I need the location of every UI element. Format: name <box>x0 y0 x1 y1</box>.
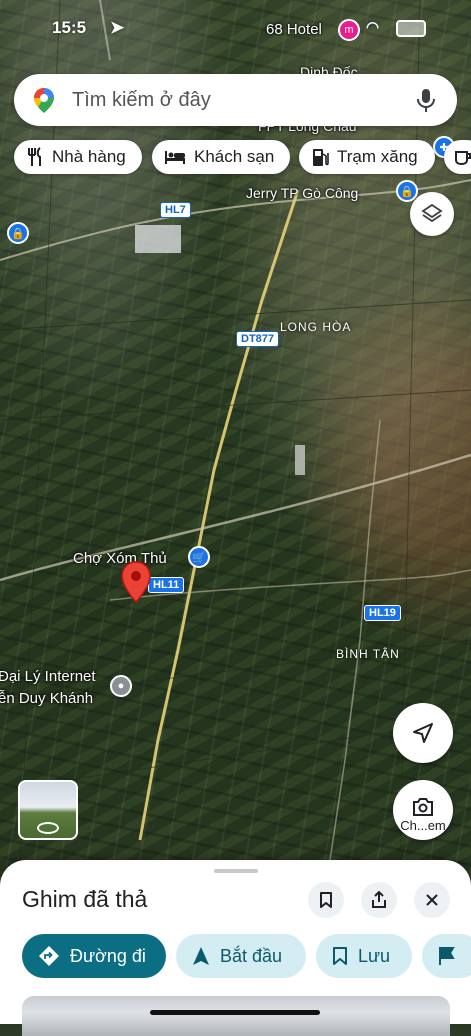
place-marker-icon[interactable]: ● <box>110 675 132 697</box>
navigation-start-icon <box>192 946 210 966</box>
chip-restaurants-label: Nhà hàng <box>52 147 126 166</box>
home-indicator[interactable] <box>150 1010 320 1015</box>
directions-icon <box>38 945 60 967</box>
close-button[interactable] <box>414 882 450 918</box>
internet-label-line1[interactable]: Đại Lý Internet <box>0 668 96 685</box>
search-bar[interactable]: Tìm kiếm ở đây <box>14 74 457 126</box>
directions-button[interactable]: Đường đi <box>22 934 166 978</box>
layers-button[interactable] <box>410 192 454 236</box>
start-button[interactable]: Bắt đầu <box>176 934 306 978</box>
share-button[interactable] <box>361 882 397 918</box>
sheet-title: Ghim đã thả <box>22 886 148 912</box>
status-time: 15:5 <box>52 18 87 37</box>
market-marker-icon[interactable]: 🛒 <box>188 546 210 568</box>
road-hl11: HL11 <box>148 577 185 593</box>
directions-label: Đường đi <box>70 945 146 966</box>
hotel-label: 68 Hotel <box>266 21 322 38</box>
place-photo[interactable] <box>22 996 450 1036</box>
dropped-pin-icon[interactable] <box>120 560 152 604</box>
chip-hotels[interactable]: Khách sạn <box>152 140 290 174</box>
share-icon <box>372 891 386 908</box>
restaurant-icon <box>26 147 44 167</box>
save-label: Lưu <box>358 945 391 966</box>
camera-icon <box>413 798 433 816</box>
gas-station-icon <box>311 147 329 167</box>
sheet-grab-handle[interactable] <box>214 869 258 873</box>
chip-gas-stations[interactable]: Trạm xăng <box>299 140 435 174</box>
rotate-360-icon <box>37 822 59 834</box>
street-view-label: Ch...em <box>400 818 446 833</box>
label-button[interactable] <box>422 934 471 978</box>
hotel-icon <box>164 149 186 165</box>
start-label: Bắt đầu <box>220 945 283 966</box>
wifi-icon: ◠ <box>366 19 380 36</box>
flag-icon <box>438 946 456 966</box>
microphone-icon[interactable] <box>415 87 437 113</box>
chip-more[interactable] <box>444 140 471 174</box>
internet-label-line2[interactable]: ễn Duy Khánh <box>0 690 93 707</box>
road-hl7: HL7 <box>160 202 191 218</box>
shopping-marker-icon-left[interactable]: 🔒 <box>7 222 29 244</box>
navigation-arrow-icon <box>413 723 433 743</box>
street-view-button[interactable]: Ch...em <box>393 780 453 840</box>
bookmark-outline-icon <box>332 946 348 966</box>
jerry-label[interactable]: Jerry TP Gò Công <box>246 185 358 201</box>
area-long-hoa: LONG HÒA <box>280 320 352 334</box>
chip-restaurants[interactable]: Nhà hàng <box>14 140 142 174</box>
road-hl19: HL19 <box>364 605 401 621</box>
save-button[interactable]: Lưu <box>316 934 412 978</box>
location-arrow-icon: ➤ <box>110 18 125 37</box>
area-binh-tan: BÌNH TÂN <box>336 647 400 661</box>
hotel-marker-icon[interactable]: m <box>338 19 360 41</box>
close-icon <box>426 894 438 906</box>
battery-icon <box>396 18 426 38</box>
layers-icon <box>421 203 443 223</box>
street-view-thumbnail[interactable] <box>18 780 78 840</box>
maps-logo-icon <box>34 88 54 113</box>
bookmark-icon <box>320 892 332 908</box>
save-bookmark-button[interactable] <box>308 882 344 918</box>
road-dt877: DT877 <box>236 331 280 347</box>
recenter-button[interactable] <box>393 703 453 763</box>
chip-gas-stations-label: Trạm xăng <box>337 147 418 166</box>
search-input[interactable]: Tìm kiếm ở đây <box>72 89 415 112</box>
chip-hotels-label: Khách sạn <box>194 147 275 166</box>
coffee-icon <box>454 148 471 166</box>
